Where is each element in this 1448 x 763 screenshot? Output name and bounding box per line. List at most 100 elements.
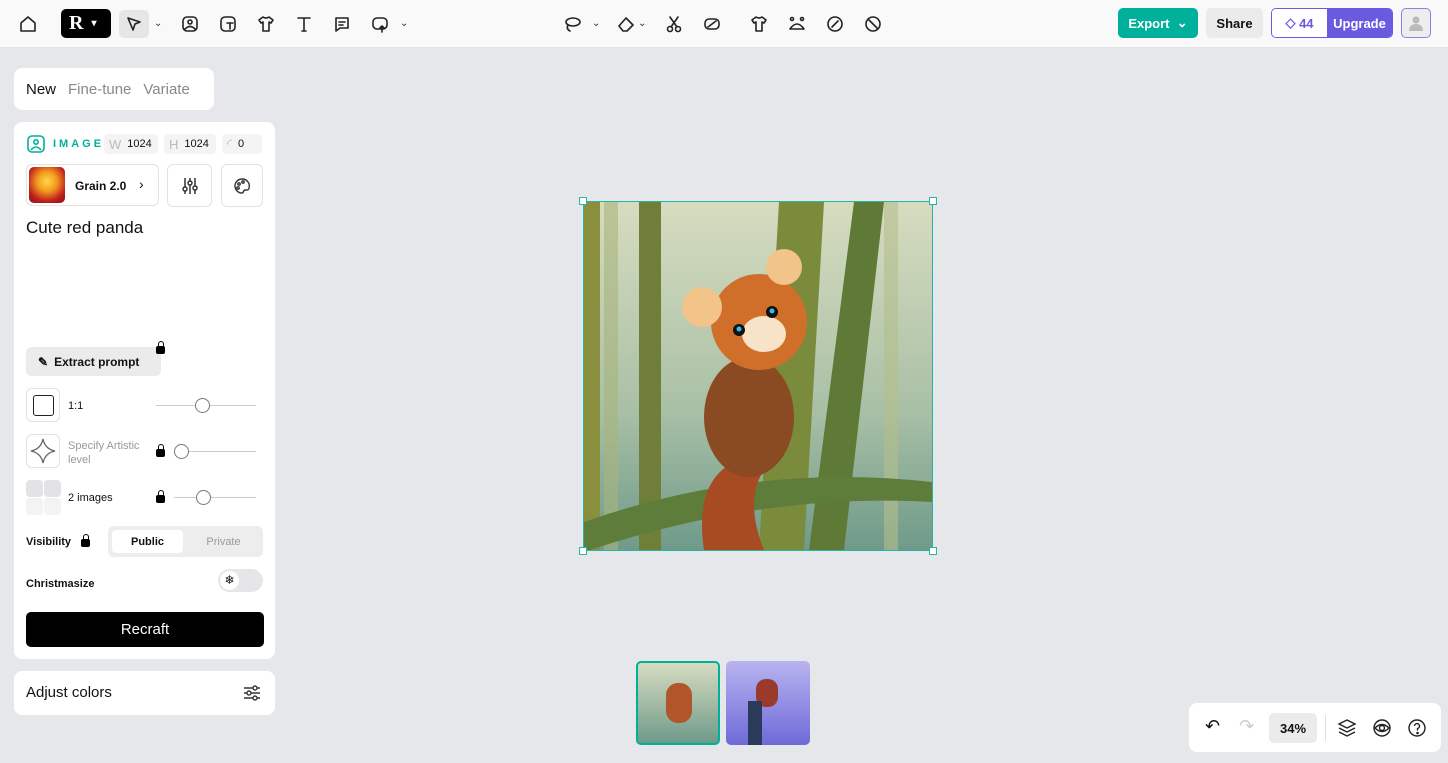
mode-tabs: New Fine-tune Variate — [14, 68, 214, 110]
public-option[interactable]: Public — [112, 530, 183, 553]
sliders-icon — [181, 177, 198, 194]
top-toolbar: R ▾ ⌄ ⌄ ⌄ ⌄ Export ⌄ Share ◇ 44 Upgrade — [0, 0, 1448, 48]
model-thumbnail — [29, 167, 65, 203]
chevron-down-icon[interactable]: ⌄ — [400, 18, 408, 29]
visibility-toggle: Public Private — [108, 526, 263, 557]
inpaint-icon[interactable] — [783, 10, 811, 38]
corner-icon: ◜ — [227, 136, 233, 151]
generated-image[interactable] — [583, 201, 933, 552]
thumbnail-1[interactable] — [636, 661, 720, 745]
edit-brush-icon[interactable] — [821, 10, 849, 38]
artistic-level-button[interactable] — [26, 434, 60, 468]
aspect-slider-knob[interactable] — [195, 398, 210, 413]
color-palette-button[interactable] — [221, 164, 263, 207]
lock-icon — [156, 490, 165, 503]
eraser-icon[interactable] — [612, 10, 640, 38]
artistic-slider-knob[interactable] — [174, 444, 189, 459]
count-cell — [26, 480, 43, 497]
text-frame-icon[interactable] — [214, 10, 242, 38]
tab-fine-tune[interactable]: Fine-tune — [68, 81, 131, 98]
tab-new[interactable]: New — [26, 81, 56, 98]
help-icon[interactable] — [1407, 718, 1427, 738]
tab-variate[interactable]: Variate — [143, 81, 189, 98]
prompt-input[interactable]: Cute red panda — [26, 218, 143, 238]
type-label: IMAGE — [53, 138, 105, 150]
private-option[interactable]: Private — [188, 530, 259, 553]
upgrade-button[interactable]: Upgrade — [1327, 9, 1392, 37]
scissors-icon[interactable] — [660, 10, 688, 38]
text-tool-icon[interactable] — [290, 10, 318, 38]
count-cell — [44, 480, 61, 497]
upgrade-group[interactable]: ◇ 44 Upgrade — [1271, 8, 1393, 38]
visibility-label: Visibility — [26, 536, 72, 548]
image-frame-icon[interactable] — [176, 10, 204, 38]
comment-icon[interactable] — [328, 10, 356, 38]
home-icon[interactable] — [14, 10, 42, 38]
red-panda-illustration — [584, 202, 932, 552]
pen-icon: ✎ — [38, 354, 49, 369]
adjust-sliders-icon[interactable] — [242, 683, 262, 703]
credits-badge[interactable]: ◇ 44 — [1272, 9, 1327, 37]
sparkle-icon — [30, 438, 56, 464]
divider — [1325, 715, 1326, 741]
width-input[interactable]: W 1024 — [104, 134, 158, 154]
thumbnail-branch — [748, 701, 762, 745]
logo-menu-button[interactable]: R ▾ — [61, 9, 111, 38]
eye-icon[interactable] — [1372, 718, 1392, 738]
extract-prompt-button[interactable]: ✎ Extract prompt — [26, 347, 161, 376]
export-button[interactable]: Export ⌄ — [1118, 8, 1198, 38]
remove-background-icon[interactable] — [698, 10, 726, 38]
palette-icon — [234, 177, 250, 194]
count-cell — [26, 498, 43, 515]
resize-handle[interactable] — [929, 547, 937, 555]
credits-count: 44 — [1299, 15, 1314, 31]
chevron-down-icon[interactable]: ⌄ — [592, 18, 600, 29]
thumbnail-panda — [666, 683, 692, 723]
count-cell — [44, 498, 61, 515]
resize-handle[interactable] — [579, 197, 587, 205]
zoom-level[interactable]: 34% — [1269, 713, 1317, 743]
lock-icon — [156, 444, 165, 457]
extract-prompt-label: Extract prompt — [54, 354, 140, 369]
resize-handle[interactable] — [579, 547, 587, 555]
settings-button[interactable] — [167, 164, 212, 207]
image-count-slider[interactable] — [174, 497, 256, 498]
chevron-down-icon[interactable]: ⌄ — [638, 18, 646, 29]
chevron-down-icon[interactable]: ⌄ — [154, 18, 162, 29]
bottom-toolbar: ↶ ↷ 34% — [1189, 703, 1441, 752]
export-label: Export — [1128, 15, 1170, 31]
adjust-colors-label: Adjust colors — [26, 684, 112, 701]
aspect-icon — [33, 395, 54, 416]
lock-icon — [81, 534, 90, 547]
undo-icon[interactable]: ↶ — [1205, 716, 1220, 737]
image-count-slider-knob[interactable] — [196, 490, 211, 505]
aspect-ratio-button[interactable] — [26, 388, 60, 422]
adjust-colors-panel[interactable]: Adjust colors — [14, 671, 275, 715]
layers-icon[interactable] — [1337, 718, 1357, 738]
chevron-right-icon: › — [139, 176, 144, 192]
w-label: W — [109, 136, 122, 152]
model-name: Grain 2.0 — [75, 179, 127, 193]
lasso-icon[interactable] — [558, 10, 586, 38]
christmasize-toggle[interactable]: ❄ — [218, 569, 263, 592]
thumbnail-2[interactable] — [726, 661, 810, 745]
redo-icon[interactable]: ↷ — [1239, 716, 1254, 737]
snowflake-icon: ❄ — [220, 571, 239, 590]
lock-icon — [156, 341, 165, 354]
model-selector[interactable]: Grain 2.0 › — [26, 164, 159, 206]
height-input[interactable]: H 1024 — [164, 134, 216, 154]
christmasize-label: Christmasize — [26, 578, 95, 590]
magic-icon[interactable] — [859, 10, 887, 38]
shirt-icon[interactable] — [745, 10, 773, 38]
mockup-shirt-icon[interactable] — [252, 10, 280, 38]
resize-handle[interactable] — [929, 197, 937, 205]
upload-image-icon[interactable] — [366, 10, 394, 38]
image-count-button[interactable] — [26, 480, 61, 515]
corner-radius-input[interactable]: ◜ 0 — [222, 134, 262, 154]
image-icon — [27, 135, 45, 153]
artistic-level-label: Specify Artistic level — [68, 440, 140, 466]
select-pointer-icon[interactable] — [119, 10, 149, 38]
avatar[interactable] — [1401, 8, 1431, 38]
recraft-button[interactable]: Recraft — [26, 612, 264, 647]
share-button[interactable]: Share — [1206, 8, 1263, 38]
